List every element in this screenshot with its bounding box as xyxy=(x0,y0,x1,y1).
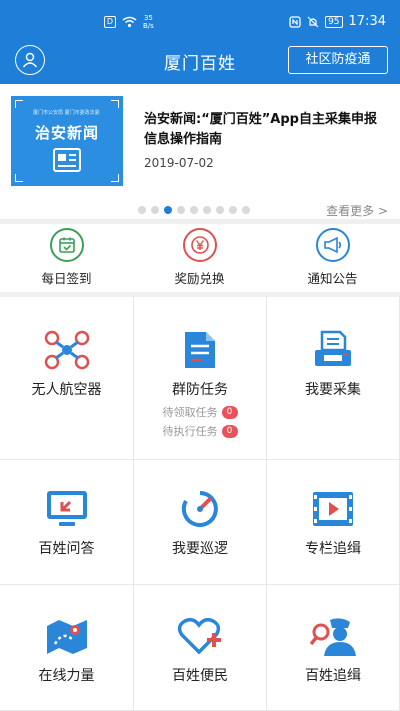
notice-label: 通知公告 xyxy=(307,271,358,286)
heart-plus-icon xyxy=(176,613,224,659)
battery-indicator: 95 xyxy=(325,15,343,28)
status-right: 95 17:34 xyxy=(289,14,386,29)
grid-item-citizen-pursuit[interactable]: 百姓追缉 xyxy=(267,585,400,711)
carousel-dot[interactable] xyxy=(203,206,211,214)
grid-label: 群防任务 xyxy=(172,382,228,398)
thumb-title: 治安新闻 xyxy=(34,124,99,142)
collect-printer-icon xyxy=(309,327,357,373)
newspaper-icon xyxy=(53,148,81,172)
carousel-dot[interactable] xyxy=(151,206,159,214)
grid-label: 百姓问答 xyxy=(38,541,95,557)
grid-item-group-defense[interactable]: 群防任务 待领取任务 0 待执行任务 0 xyxy=(134,297,267,460)
carousel-dot[interactable] xyxy=(177,206,185,214)
carousel-dot[interactable] xyxy=(242,206,250,214)
carousel-dot[interactable] xyxy=(138,206,146,214)
notice-button[interactable]: 通知公告 xyxy=(266,228,399,287)
carousel-dot[interactable] xyxy=(190,206,198,214)
pending-claim-task[interactable]: 待领取任务 0 xyxy=(134,404,266,420)
grid-item-collect[interactable]: 我要采集 xyxy=(267,297,400,460)
yen-coin-icon xyxy=(182,228,217,262)
thumb-corner-tr xyxy=(111,100,119,108)
status-left: D 35 B/s xyxy=(104,14,154,30)
grid-label: 无人航空器 xyxy=(31,382,102,398)
pending-execute-task[interactable]: 待执行任务 0 xyxy=(134,423,266,439)
thumb-corner-bl xyxy=(15,174,23,182)
grid-item-patrol[interactable]: 我要巡逻 xyxy=(134,460,267,585)
news-date: 2019-07-02 xyxy=(144,156,214,170)
function-grid: 无人航空器 群防任务 待领取任务 0 待执行任务 0 我要采集 百姓问答 我要巡… xyxy=(0,297,400,711)
patrol-compass-icon xyxy=(176,486,224,532)
task-document-icon xyxy=(176,327,224,373)
thumb-corner-tl xyxy=(15,100,23,108)
status-bar: D 35 B/s 95 17:34 xyxy=(0,0,400,40)
task-count-badge: 0 xyxy=(221,405,238,419)
net-speed: 35 B/s xyxy=(143,14,154,30)
thumb-org-text: 厦门市公安局 厦门市委政法委 xyxy=(33,110,100,116)
grid-item-drone[interactable]: 无人航空器 xyxy=(0,297,134,460)
community-epidemic-button[interactable]: 社区防疫通 xyxy=(288,46,388,74)
grid-item-qa[interactable]: 百姓问答 xyxy=(0,460,134,585)
grid-item-column-pursuit[interactable]: 专栏追缉 xyxy=(267,460,400,585)
task-label: 待领取任务 xyxy=(162,406,218,419)
grid-item-convenience[interactable]: 百姓便民 xyxy=(134,585,267,711)
video-column-icon xyxy=(309,486,357,532)
calendar-check-icon xyxy=(49,228,84,262)
reward-exchange-label: 奖励兑换 xyxy=(174,271,225,286)
police-search-icon xyxy=(309,613,357,659)
nfc-icon xyxy=(289,15,301,28)
map-route-icon xyxy=(43,613,91,659)
view-more-link[interactable]: 查看更多 > xyxy=(326,202,388,219)
news-thumbnail: 厦门市公安局 厦门市委政法委 治安新闻 xyxy=(11,96,123,186)
qa-monitor-icon xyxy=(43,486,91,532)
news-banner[interactable]: 厦门市公安局 厦门市委政法委 治安新闻 治安新闻:“厦门百姓”App自主采集申报… xyxy=(0,84,400,204)
grid-label: 百姓追缉 xyxy=(305,668,361,684)
grid-item-online-force[interactable]: 在线力量 xyxy=(0,585,134,711)
reward-exchange-button[interactable]: 奖励兑换 xyxy=(133,228,266,287)
grid-label: 我要巡逻 xyxy=(172,541,228,557)
clock: 17:34 xyxy=(348,14,386,29)
carousel-dot[interactable] xyxy=(216,206,224,214)
nav-bar: 厦门百姓 社区防疫通 xyxy=(0,40,400,84)
grid-label: 专栏追缉 xyxy=(305,541,361,557)
carousel-dot[interactable] xyxy=(164,206,172,214)
grid-label: 在线力量 xyxy=(38,668,95,684)
daily-checkin-label: 每日签到 xyxy=(41,271,92,286)
mute-icon xyxy=(307,16,319,27)
carousel-indicator xyxy=(138,206,250,214)
top-header: D 35 B/s 95 17:34 厦门百姓 社区防疫通 xyxy=(0,0,400,84)
grid-label: 百姓便民 xyxy=(172,668,228,684)
grid-label: 我要采集 xyxy=(305,382,361,398)
drone-icon xyxy=(43,327,91,373)
megaphone-icon xyxy=(315,228,350,262)
daily-checkin-button[interactable]: 每日签到 xyxy=(0,228,133,287)
carousel-dot[interactable] xyxy=(229,206,237,214)
news-headline[interactable]: 治安新闻:“厦门百姓”App自主采集申报信息操作指南 xyxy=(144,110,389,150)
task-label: 待执行任务 xyxy=(162,425,218,438)
quick-actions: 每日签到 奖励兑换 通知公告 xyxy=(0,224,400,290)
sim-card-icon: D xyxy=(104,16,116,28)
task-count-badge: 0 xyxy=(221,424,238,438)
thumb-corner-br xyxy=(111,174,119,182)
wifi-icon xyxy=(122,16,137,28)
